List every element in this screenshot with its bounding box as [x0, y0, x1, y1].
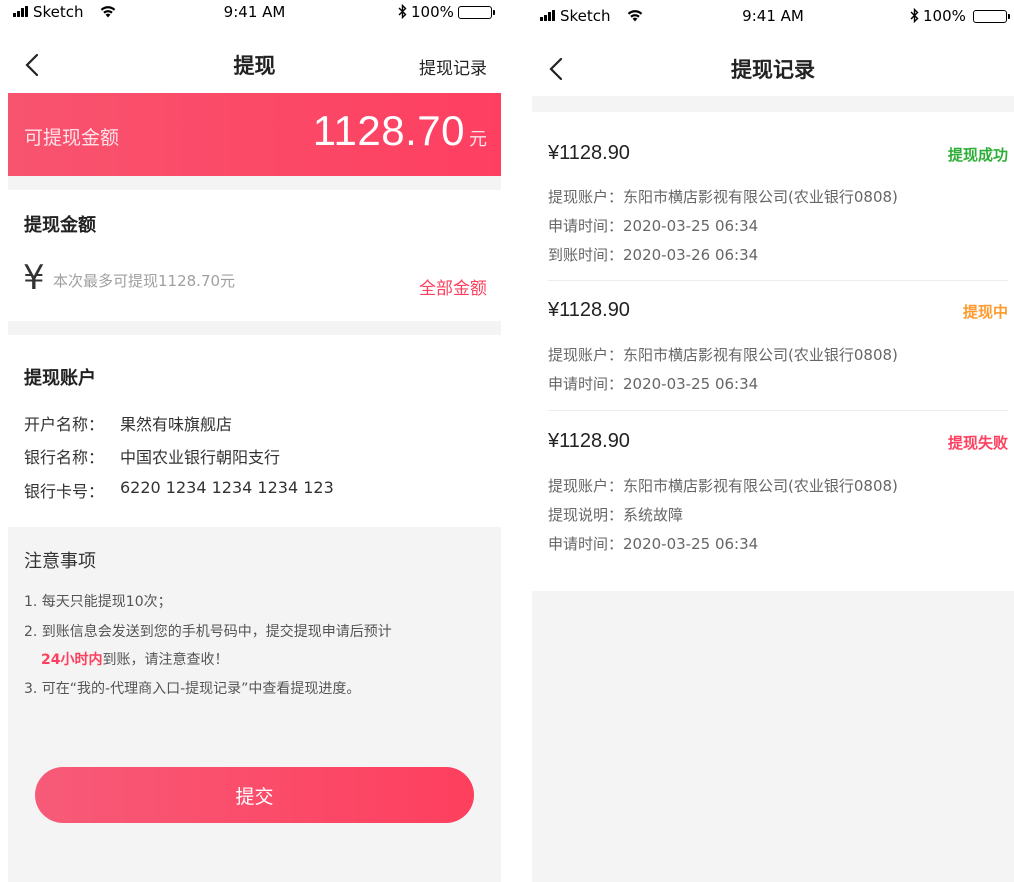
account-section-title: 提现账户	[24, 368, 96, 389]
withdraw-screen: Sketch 9:41 AM 100% 提现 提现记录 可提现金额 1128.7…	[8, 0, 501, 882]
battery-percent: 100%	[411, 3, 454, 21]
bluetooth-icon	[398, 4, 407, 19]
bank-name-row: 银行名称： 中国农业银行朝阳支行	[24, 444, 280, 468]
empty-area	[532, 591, 1014, 882]
record-apply-time: 申请时间：2020-03-25 06:34	[548, 217, 759, 235]
withdraw-records-screen: Sketch 9:41 AM 100% 提现记录 ¥1128.90 提现成功 提…	[532, 0, 1014, 882]
record-amount: ¥1128.90	[548, 299, 630, 321]
withdraw-records-link[interactable]: 提现记录	[419, 54, 487, 79]
card-number-value: 6220 1234 1234 1234 123	[120, 478, 334, 497]
submit-button[interactable]: 提交	[35, 767, 474, 823]
divider	[548, 280, 1008, 281]
bluetooth-icon	[910, 8, 919, 23]
record-arrive-time: 到账时间：2020-03-26 06:34	[548, 246, 759, 264]
balance-banner: 可提现金额 1128.70 元	[8, 93, 501, 176]
notice-highlight: 24小时内	[41, 652, 103, 668]
all-amount-button[interactable]: 全部金额	[419, 274, 487, 299]
record-account: 提现账户：东阳市横店影视有限公司(农业银行0808)	[548, 188, 898, 206]
nav-bar: 提现 提现记录	[8, 42, 501, 88]
battery-icon	[458, 6, 495, 19]
balance-value: 1128.70 元	[313, 107, 487, 155]
balance-label: 可提现金额	[24, 127, 120, 149]
balance-unit: 元	[469, 129, 487, 150]
page-title: 提现记录	[731, 58, 815, 82]
status-bar: Sketch 9:41 AM 100%	[8, 0, 501, 24]
balance-amount: 1128.70	[312, 107, 465, 154]
nav-bar: 提现记录	[532, 46, 1014, 92]
record-apply-time: 申请时间：2020-03-25 06:34	[548, 535, 759, 553]
status-badge: 提现成功	[947, 146, 1008, 164]
record-account: 提现账户：东阳市横店影视有限公司(农业银行0808)	[548, 346, 898, 364]
amount-input[interactable]	[53, 272, 353, 290]
divider	[8, 176, 501, 190]
account-name-row: 开户名称： 果然有味旗舰店	[24, 411, 232, 435]
account-name-value: 果然有味旗舰店	[120, 415, 233, 434]
battery-percent: 100%	[923, 7, 966, 25]
status-badge: 提现失败	[947, 434, 1008, 452]
status-badge: 提现中	[962, 303, 1008, 321]
record-account: 提现账户：东阳市横店影视有限公司(农业银行0808)	[548, 477, 898, 495]
record-fail-reason: 提现说明：系统故障	[548, 506, 684, 524]
yen-sign: ¥	[23, 258, 45, 298]
notice-item-2: 2. 到账信息会发送到您的手机号码中，提交提现申请后预计	[24, 624, 392, 640]
divider	[548, 410, 1008, 411]
notice-item-2-cont: 24小时内到账，请注意查收！	[41, 649, 228, 669]
card-number-key: 银行卡号：	[24, 482, 105, 501]
status-bar: Sketch 9:41 AM 100%	[532, 4, 1014, 28]
notice-item-2-rest: 到账，请注意查收！	[102, 652, 229, 668]
record-apply-time: 申请时间：2020-03-25 06:34	[548, 375, 759, 393]
divider	[8, 321, 501, 335]
bank-name-value: 中国农业银行朝阳支行	[120, 448, 281, 467]
amount-section-title: 提现金额	[24, 215, 96, 236]
notice-item-3: 3. 可在“我的-代理商入口-提现记录”中查看提现进度。	[24, 681, 361, 697]
account-name-key: 开户名称：	[24, 415, 105, 434]
notice-box: 注意事项 1. 每天只能提现10次； 2. 到账信息会发送到您的手机号码中，提交…	[8, 527, 501, 882]
card-number-row: 银行卡号： 6220 1234 1234 1234 123	[24, 478, 334, 502]
record-amount: ¥1128.90	[548, 430, 630, 452]
battery-icon	[973, 10, 1010, 23]
notice-item-1: 1. 每天只能提现10次；	[24, 594, 172, 610]
bank-name-key: 银行名称：	[24, 448, 105, 467]
notice-title: 注意事项	[24, 551, 96, 572]
divider	[532, 96, 1014, 112]
record-amount: ¥1128.90	[548, 142, 630, 164]
